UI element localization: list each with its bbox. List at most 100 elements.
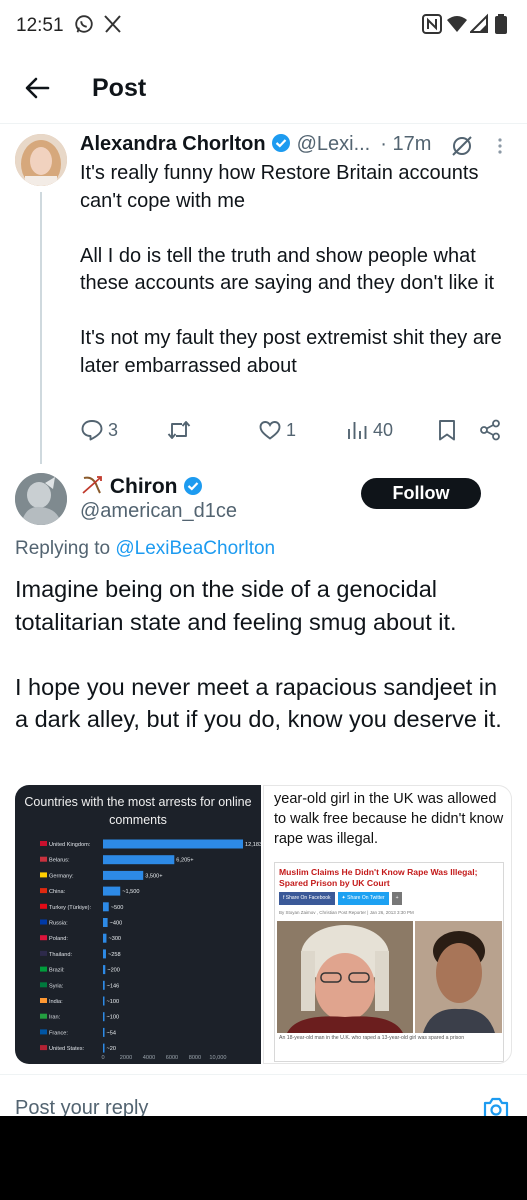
- chart-value-label: 6,205+: [176, 858, 193, 864]
- chart-value-label: ~500: [111, 905, 124, 911]
- chart-category-label: United Kingdom:: [49, 842, 91, 848]
- replying-to: Replying to @LexiBeaChorlton: [15, 538, 275, 560]
- chart-category-label: India:: [49, 999, 63, 1005]
- chart-category-label: Russia:: [49, 921, 68, 927]
- chart-bar: [103, 870, 144, 880]
- reply-count: 3: [108, 419, 119, 440]
- chart-category-label: Turkey (Türkiye):: [49, 905, 92, 911]
- reply-input[interactable]: Post your reply: [15, 1097, 148, 1116]
- chart-bar: [103, 1012, 105, 1022]
- views-button[interactable]: 40: [345, 418, 393, 442]
- verified-badge-icon: [183, 476, 203, 502]
- mention-link[interactable]: @LexiBeaChorlton: [115, 538, 275, 559]
- avatar[interactable]: [15, 134, 67, 186]
- twitter-share-label: Share On Twitter: [347, 895, 385, 901]
- share-row: f Share On Facebook ✦ Share On Twitter +: [279, 892, 403, 905]
- status-bar: 12:51: [0, 0, 527, 52]
- avatar[interactable]: [15, 473, 67, 525]
- chart-category-label: China:: [49, 889, 66, 895]
- chart-category-label: Thailand:: [49, 952, 72, 958]
- chart-bar: [103, 996, 105, 1006]
- chart-x-tick-label: 0: [101, 1055, 104, 1061]
- media-image-chart[interactable]: Countries with the most arrests for onli…: [15, 785, 261, 1064]
- reply-button[interactable]: 3: [80, 418, 118, 442]
- bookmark-button[interactable]: [435, 418, 459, 442]
- chart-value-label: ~200: [107, 968, 120, 974]
- facebook-share-button: f Share On Facebook: [279, 892, 335, 905]
- chart-category-label: France:: [49, 1030, 68, 1036]
- author-handle[interactable]: @american_d1ce: [80, 500, 237, 523]
- bookmark-icon: [439, 420, 455, 441]
- reply-composer[interactable]: Post your reply: [0, 1074, 527, 1116]
- more-options-icon[interactable]: [493, 136, 507, 161]
- dot-separator: ·: [380, 133, 387, 155]
- repost-button[interactable]: [166, 418, 196, 442]
- chart-category-label: Germany:: [49, 873, 74, 879]
- chart-bar: [103, 1043, 105, 1053]
- chart-value-label: ~400: [110, 921, 123, 927]
- chart-category-label: Belarus:: [49, 858, 70, 864]
- post-text: Imagine being on the side of a genocidal…: [15, 573, 515, 768]
- flag-icon: [40, 856, 47, 862]
- chart-value-label: ~258: [108, 952, 121, 958]
- chart-value-label: ~1,500: [122, 889, 139, 895]
- heart-icon: [259, 421, 281, 440]
- chart-value-label: ~146: [107, 983, 120, 989]
- wifi-icon: [446, 13, 468, 40]
- follow-button[interactable]: Follow: [361, 478, 481, 509]
- author-handle[interactable]: @Lexi...: [297, 133, 371, 155]
- chart-category-label: Brazil:: [49, 968, 65, 974]
- chart-value-label: ~100: [107, 999, 120, 1005]
- avatar-photo: [15, 134, 67, 186]
- chart-bar: [103, 933, 107, 943]
- bar-chart: United Kingdom: 12,183+ Belarus: 6,205+ Germ…: [40, 839, 261, 1061]
- flag-icon: [40, 1045, 47, 1051]
- chart-value-label: ~100: [107, 1015, 120, 1021]
- author-name[interactable]: Chiron: [80, 474, 203, 502]
- nfc-icon: [422, 13, 442, 40]
- post-paragraph: It's not my fault they post extremist sh…: [80, 327, 502, 377]
- arrow-left-icon: [25, 77, 50, 99]
- chart-bar: [103, 902, 109, 912]
- author-display-name: Chiron: [109, 475, 178, 498]
- chart-x-tick-label: 8000: [189, 1055, 201, 1061]
- post-paragraph: I hope you never meet a rapacious sandje…: [15, 673, 502, 733]
- flag-icon: [40, 841, 47, 846]
- camera-icon[interactable]: [482, 1095, 510, 1116]
- verified-badge-icon: [271, 133, 291, 159]
- like-count: 1: [286, 419, 297, 440]
- chart-bar: [103, 980, 105, 990]
- twitter-share-button: ✦ Share On Twitter: [337, 892, 389, 905]
- flag-icon: [40, 950, 47, 956]
- media-image-article[interactable]: year-old girl in the UK was allowed to w…: [263, 785, 512, 1064]
- article-caption: An 18-year-old man in the U.K. who raped…: [279, 1035, 465, 1041]
- share-button[interactable]: [478, 418, 502, 442]
- post-text: It's really funny how Restore Britain ac…: [80, 160, 515, 408]
- flag-icon: [40, 935, 47, 941]
- chart-category-label: Syria:: [49, 983, 64, 989]
- chart-bar: [103, 1027, 105, 1037]
- chart-bar: [103, 855, 175, 865]
- bow-arrow-emoji-icon: [80, 475, 104, 498]
- tweet-header: Alexandra Chorlton @Lexi... · 17m: [80, 133, 510, 159]
- thread-line: [40, 192, 42, 464]
- signal-icon: [468, 13, 488, 40]
- top-app-bar: Post: [0, 52, 527, 124]
- chart-category-label: United States:: [49, 1046, 85, 1052]
- flag-icon: [40, 998, 47, 1003]
- repost-icon: [167, 421, 191, 439]
- flag-icon: [40, 919, 47, 925]
- back-button[interactable]: [20, 70, 56, 106]
- more-share-button: +: [391, 892, 403, 905]
- chart-bar: [103, 949, 106, 959]
- article-lead-text: year-old girl in the UK was allowed to w…: [274, 791, 504, 847]
- post-time: 17m: [392, 133, 432, 155]
- chart-x-tick-label: 4000: [143, 1055, 155, 1061]
- grok-icon[interactable]: [450, 134, 474, 163]
- status-time: 12:51: [16, 15, 64, 36]
- like-button[interactable]: 1: [258, 418, 296, 442]
- views-chart-icon: [348, 422, 367, 439]
- facebook-share-label: Share On Facebook: [285, 895, 331, 901]
- flag-icon: [40, 888, 47, 894]
- author-name[interactable]: Alexandra Chorlton: [80, 133, 266, 155]
